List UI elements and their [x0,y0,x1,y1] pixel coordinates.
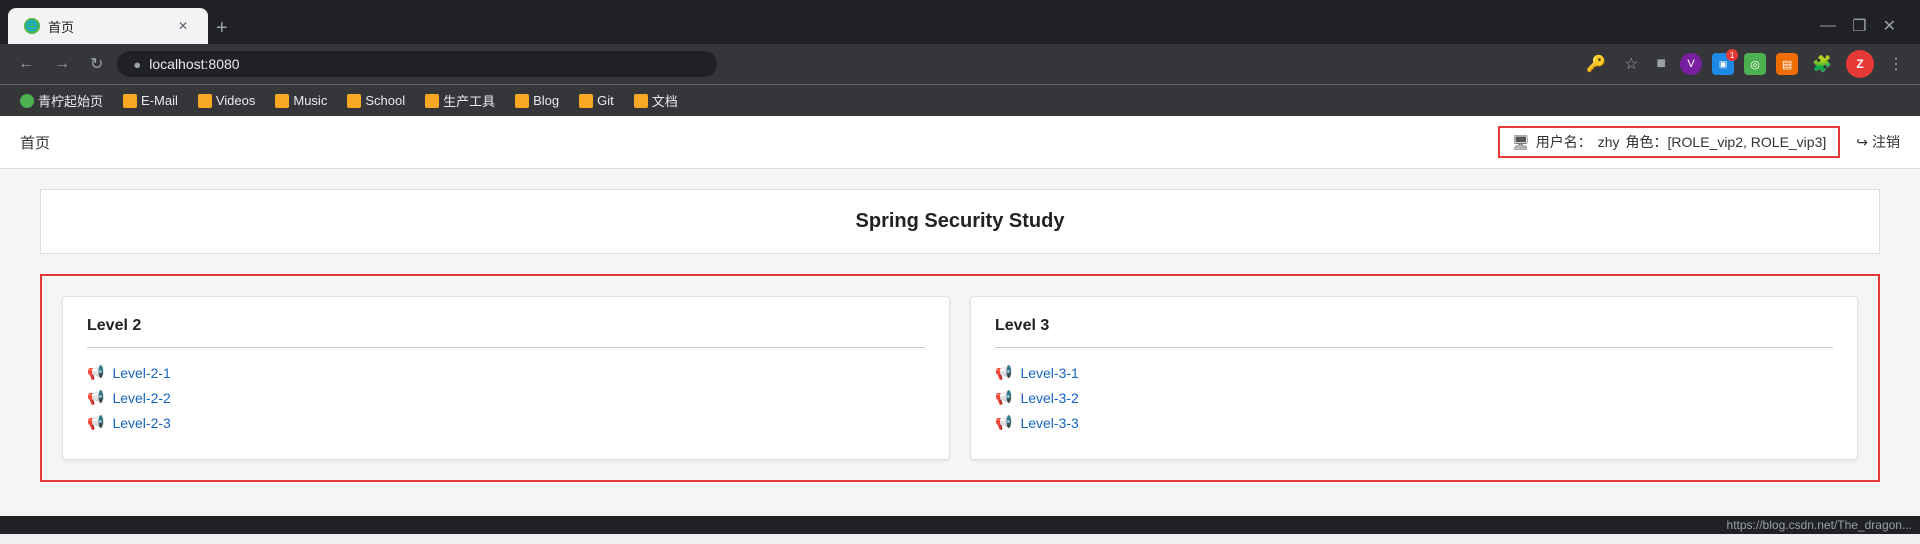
page-header: Spring Security Study [40,189,1880,254]
bookmark-favicon-email [123,94,137,108]
megaphone-icon-4: 📢 [995,364,1012,381]
ext-icon-2[interactable]: ▣1 [1712,53,1734,75]
level2-link-2[interactable]: 📢 Level-2-2 [87,389,925,406]
bookmark-favicon-music [275,94,289,108]
menu-icon[interactable]: ⋮ [1884,50,1908,78]
megaphone-icon-1: 📢 [87,364,104,381]
key-icon[interactable]: 🔑 [1582,50,1610,78]
ext-icon-1[interactable]: V [1680,53,1702,75]
ext-icon-4[interactable]: ▤ [1776,53,1798,75]
bookmark-favicon-videos [198,94,212,108]
bookmark-label-music: Music [293,93,327,108]
bookmark-git[interactable]: Git [571,90,622,111]
bookmark-docs[interactable]: 文档 [626,88,686,113]
level2-card-title: Level 2 [87,317,925,335]
status-bar: https://blog.csdn.net/The_dragon... [0,516,1920,534]
status-url: https://blog.csdn.net/The_dragon... [1727,518,1912,532]
user-icon: 🖥 [1512,134,1530,151]
level2-divider [87,347,925,348]
username-text: zhy [1598,134,1620,150]
ext-icon-3[interactable]: ◎ [1744,53,1766,75]
user-label: 用户名： [1536,132,1592,152]
top-nav-home[interactable]: 首页 [20,132,50,153]
level3-link-1[interactable]: 📢 Level-3-1 [995,364,1833,381]
role-text: 角色：[ROLE_vip2, ROLE_vip3] [1626,132,1827,152]
content-box: Level 2 📢 Level-2-1 📢 Level-2-2 📢 Level-… [40,274,1880,482]
profile-button[interactable]: Z [1846,50,1874,78]
logout-icon: ↪ [1856,134,1868,151]
user-info-box: 🖥 用户名： zhy 角色：[ROLE_vip2, ROLE_vip3] [1498,126,1840,158]
bookmark-label-docs: 文档 [652,91,678,110]
extensions-icon[interactable]: ■ [1652,51,1670,77]
megaphone-icon-3: 📢 [87,414,104,431]
main-section: Spring Security Study Level 2 📢 Level-2-… [0,169,1920,502]
level2-link-1[interactable]: 📢 Level-2-1 [87,364,925,381]
address-bar-row: ← → ↻ ● localhost:8080 🔑 ☆ ■ V ▣1 ◎ ▤ 🧩 … [0,44,1920,84]
bookmark-label-tools: 生产工具 [443,91,495,110]
minimize-button[interactable]: — [1820,17,1836,35]
window-controls: — ❐ ✕ [1820,16,1912,44]
bookmark-label-qingning: 青柠起始页 [38,91,103,110]
address-box[interactable]: ● localhost:8080 [117,51,717,77]
cards-container: Level 2 📢 Level-2-1 📢 Level-2-2 📢 Level-… [62,296,1858,460]
level2-card: Level 2 📢 Level-2-1 📢 Level-2-2 📢 Level-… [62,296,950,460]
bookmark-label-school: School [365,93,405,108]
close-button[interactable]: ✕ [1883,16,1896,36]
level3-link-2[interactable]: 📢 Level-3-2 [995,389,1833,406]
top-nav-right: 🖥 用户名： zhy 角色：[ROLE_vip2, ROLE_vip3] ↪ 注… [1498,126,1900,158]
new-tab-button[interactable]: + [208,13,236,44]
level2-link-3[interactable]: 📢 Level-2-3 [87,414,925,431]
tab-title: 首页 [48,17,166,36]
tab-close-button[interactable]: ✕ [174,17,192,35]
bookmark-favicon-docs [634,94,648,108]
back-button[interactable]: ← [12,51,40,77]
bookmark-qingning[interactable]: 青柠起始页 [12,88,111,113]
puzzle-icon[interactable]: 🧩 [1808,50,1836,78]
refresh-button[interactable]: ↻ [84,50,109,78]
bookmark-school[interactable]: School [339,90,413,111]
active-tab[interactable]: 🌐 首页 ✕ [8,8,208,44]
bookmarks-bar: 青柠起始页 E-Mail Videos Music School 生产工具 Bl… [0,84,1920,116]
level3-card-title: Level 3 [995,317,1833,335]
lock-icon: ● [133,57,141,72]
bookmark-label-blog: Blog [533,93,559,108]
bookmark-label-git: Git [597,93,614,108]
megaphone-icon-6: 📢 [995,414,1012,431]
page-content: 首页 🖥 用户名： zhy 角色：[ROLE_vip2, ROLE_vip3] … [0,116,1920,516]
address-text: localhost:8080 [149,56,239,72]
bookmark-favicon-git [579,94,593,108]
bookmark-music[interactable]: Music [267,90,335,111]
bookmark-favicon-tools [425,94,439,108]
toolbar-icons: 🔑 ☆ ■ V ▣1 ◎ ▤ 🧩 Z ⋮ [1582,50,1908,78]
tab-favicon: 🌐 [24,18,40,34]
top-nav: 首页 🖥 用户名： zhy 角色：[ROLE_vip2, ROLE_vip3] … [0,116,1920,169]
megaphone-icon-2: 📢 [87,389,104,406]
logout-button[interactable]: ↪ 注销 [1856,132,1900,152]
bookmark-favicon-school [347,94,361,108]
bookmark-favicon-qingning [20,94,34,108]
browser-chrome: 🌐 首页 ✕ + — ❐ ✕ ← → ↻ ● localhost:8080 🔑 … [0,0,1920,116]
bookmark-label-email: E-Mail [141,93,178,108]
forward-button[interactable]: → [48,51,76,77]
megaphone-icon-5: 📢 [995,389,1012,406]
bookmark-email[interactable]: E-Mail [115,90,186,111]
star-icon[interactable]: ☆ [1620,50,1642,78]
logout-label: 注销 [1872,132,1900,152]
page-title: Spring Security Study [61,210,1859,233]
bookmark-blog[interactable]: Blog [507,90,567,111]
bookmark-favicon-blog [515,94,529,108]
restore-button[interactable]: ❐ [1852,16,1866,36]
bookmark-videos[interactable]: Videos [190,90,264,111]
level3-divider [995,347,1833,348]
level3-link-3[interactable]: 📢 Level-3-3 [995,414,1833,431]
bookmark-label-videos: Videos [216,93,256,108]
level3-card: Level 3 📢 Level-3-1 📢 Level-3-2 📢 Level-… [970,296,1858,460]
bookmark-tools[interactable]: 生产工具 [417,88,503,113]
